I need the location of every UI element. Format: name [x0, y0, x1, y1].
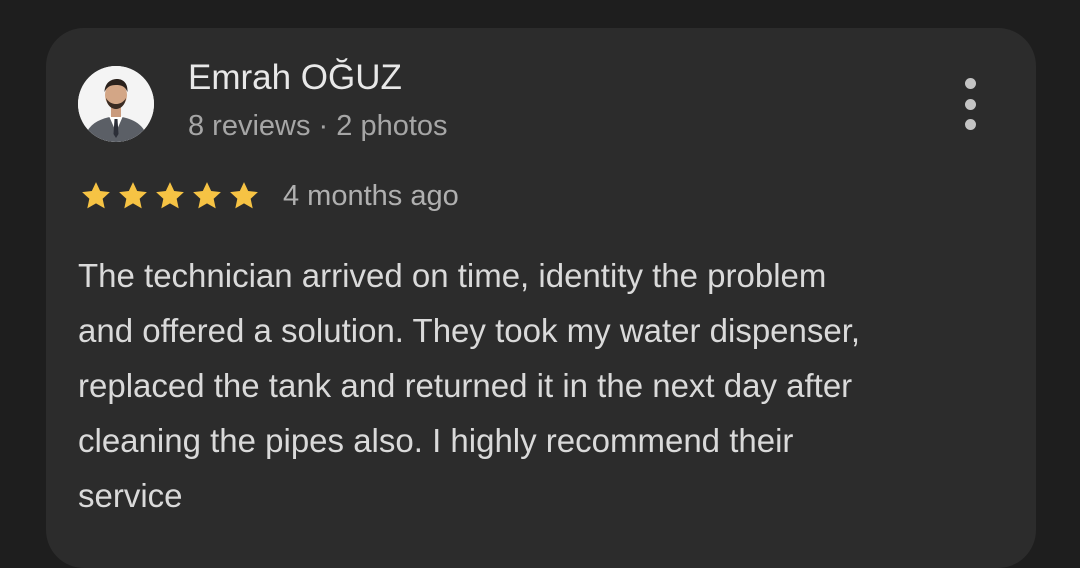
star-rating	[78, 179, 263, 213]
star-icon	[193, 182, 221, 209]
user-portrait-icon	[78, 66, 154, 142]
reviewer-stats: 8 reviews · 2 photos	[188, 110, 448, 142]
more-vert-icon-dot	[964, 98, 976, 110]
review-text-line: and offered a solution. They took my wat…	[78, 312, 861, 349]
reviewer-name[interactable]: Emrah OĞUZ	[188, 58, 402, 98]
review-text-line: cleaning the pipes also. I highly recomm…	[78, 422, 794, 459]
reviewer-avatar[interactable]	[78, 66, 154, 142]
review-card: Emrah OĞUZ 8 reviews · 2 photos 4 months…	[46, 28, 1036, 568]
more-options-button[interactable]	[952, 78, 988, 130]
star-icon	[156, 182, 184, 209]
review-text-line: service	[78, 477, 183, 514]
more-vert-icon	[964, 78, 976, 89]
review-text-line: replaced the tank and returned it in the…	[78, 367, 853, 404]
more-vert-icon-dot	[964, 119, 976, 130]
star-icon	[82, 182, 110, 209]
review-time: 4 months ago	[283, 179, 459, 212]
review-text-line: The technician arrived on time, identity…	[78, 257, 827, 294]
rating-row: 4 months ago	[78, 176, 459, 216]
review-text: The technician arrived on time, identity…	[78, 248, 1018, 523]
star-icon	[119, 182, 147, 209]
star-icon	[230, 182, 258, 209]
